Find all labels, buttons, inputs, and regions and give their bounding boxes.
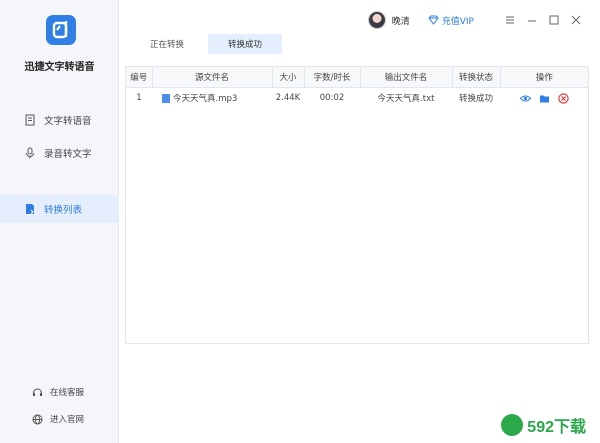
sidebar-item-label: 文字转语音: [44, 116, 92, 127]
audio-file-icon: [162, 93, 170, 103]
column-header: 源文件名: [152, 67, 273, 88]
actions-cell: [500, 87, 588, 109]
sidebar-item-label: 转换列表: [44, 205, 83, 216]
watermark-text: 592下载: [527, 419, 586, 436]
source-file-cell: 今天天气真.mp3: [152, 87, 272, 109]
eye-icon[interactable]: [519, 93, 531, 104]
app-name: 迅捷文字转语音: [24, 62, 95, 73]
table-header: 编号 源文件名 大小 字数/时长 输出文件名 转换状态 操作: [126, 67, 588, 88]
close-icon[interactable]: [570, 14, 582, 26]
column-header: 转换状态: [452, 67, 501, 88]
sidebar-footer-website[interactable]: 进入官网: [0, 410, 119, 428]
sidebar: 迅捷文字转语音 文字转语音 录音转文字 转换列表 在线客服 进入官网: [0, 0, 119, 443]
watermark: 592下载: [501, 413, 586, 437]
table-row[interactable]: 1 今天天气真.mp3 2.44K 00:02 今天天气真.txt 转换成功: [126, 87, 588, 109]
status-text: 转换成功: [458, 94, 493, 105]
tab-bar: 正在转换 转换成功: [130, 34, 286, 54]
source-filename: 今天天气真.mp3: [173, 94, 238, 105]
tab-in-progress[interactable]: 正在转换: [130, 34, 204, 54]
microphone-icon: [24, 147, 36, 159]
conversion-table: 编号 源文件名 大小 字数/时长 输出文件名 转换状态 操作 1 今天天气真.m…: [125, 66, 589, 344]
column-header: 编号: [126, 67, 153, 88]
tab-success[interactable]: 转换成功: [208, 34, 283, 54]
column-header: 大小: [272, 67, 305, 88]
sidebar-footer-support[interactable]: 在线客服: [0, 383, 119, 401]
column-header: 输出文件名: [360, 67, 453, 88]
delete-icon[interactable]: [557, 93, 569, 104]
vip-label: 充值VIP: [441, 16, 474, 27]
file-size: 2.44K: [275, 93, 301, 104]
sidebar-item-speech-to-text[interactable]: 录音转文字: [0, 139, 119, 167]
diamond-icon: [428, 15, 439, 25]
text-doc-icon: [24, 114, 36, 126]
row-index: 1: [136, 93, 142, 104]
avatar[interactable]: [367, 11, 386, 29]
minimize-icon[interactable]: [526, 14, 538, 26]
column-header: 操作: [500, 67, 588, 88]
folder-icon[interactable]: [539, 93, 550, 104]
sidebar-item-label: 录音转文字: [44, 149, 92, 160]
maximize-icon[interactable]: [548, 14, 560, 26]
globe-icon: [32, 414, 43, 425]
watermark-logo: [501, 414, 524, 436]
duration: 00:02: [319, 93, 345, 104]
title-bar: 晚清 充值VIP: [367, 10, 582, 30]
app-logo: [46, 15, 76, 45]
vip-recharge-button[interactable]: 充值VIP: [428, 14, 474, 27]
list-file-icon: [24, 203, 36, 215]
footer-label: 进入官网: [50, 415, 85, 425]
column-header: 字数/时长: [304, 67, 361, 88]
headset-icon: [32, 387, 43, 398]
sidebar-item-conversion-list[interactable]: 转换列表: [0, 195, 119, 223]
menu-icon[interactable]: [504, 14, 516, 26]
sidebar-item-text-to-speech[interactable]: 文字转语音: [0, 106, 119, 134]
username[interactable]: 晚清: [392, 14, 410, 27]
footer-label: 在线客服: [50, 388, 85, 398]
output-filename: 今天天气真.txt: [377, 94, 435, 105]
